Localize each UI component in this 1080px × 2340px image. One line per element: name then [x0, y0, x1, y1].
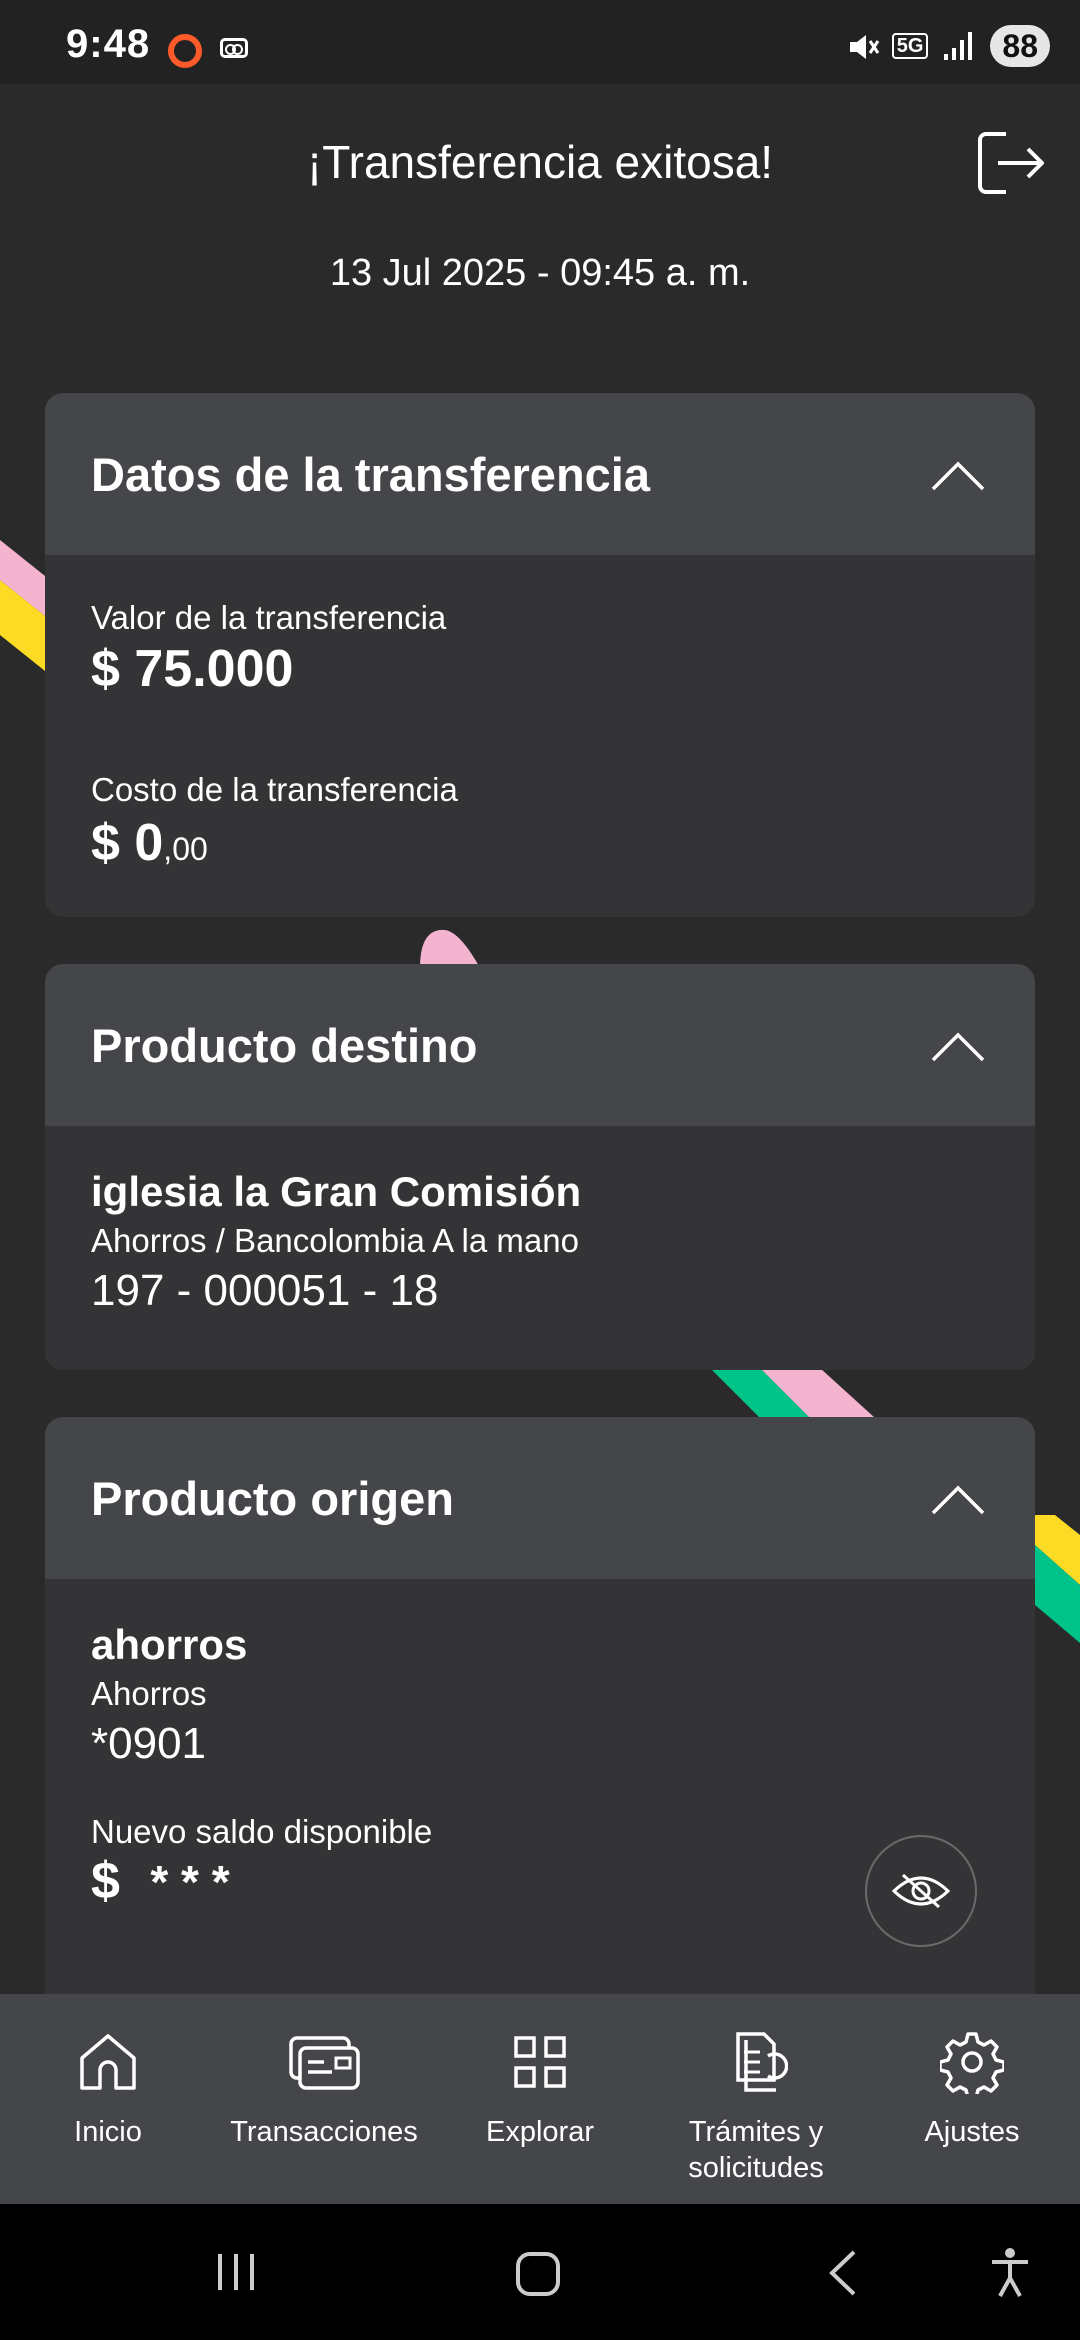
card-title: Datos de la transferencia — [91, 447, 650, 501]
nav-item-explorar[interactable]: Explorar — [432, 1994, 648, 2204]
transfer-value: $ 75.000 — [91, 640, 294, 698]
nav-label: Trámites y solicitudes — [688, 2116, 824, 2184]
nav-label: Inicio — [74, 2116, 142, 2148]
battery-indicator: 88 — [990, 25, 1050, 67]
card-title: Producto destino — [91, 1018, 478, 1072]
bottom-navigation: Inicio Transacciones Explorar Trámites y… — [0, 1994, 1080, 2204]
nav-label: Ajustes — [924, 2116, 1020, 2148]
transfer-details-header[interactable]: Datos de la transferencia — [45, 393, 1035, 555]
chevron-up-icon[interactable] — [931, 1020, 985, 1074]
nav-item-transacciones[interactable]: Transacciones — [216, 1994, 432, 2204]
transfer-date: 13 Jul 2025 - 09:45 a. m. — [329, 252, 751, 294]
signal-icon — [942, 30, 976, 62]
destination-product-header[interactable]: Producto destino — [45, 964, 1035, 1126]
destination-product-card: Producto destino iglesia la Gran Comisió… — [45, 964, 1035, 1370]
card-title: Producto origen — [91, 1471, 454, 1525]
mute-icon — [846, 30, 879, 62]
nav-label: Explorar — [486, 2116, 594, 2148]
balance-value: $ * * * — [91, 1851, 989, 1911]
home-icon — [80, 2034, 136, 2090]
grid-icon — [514, 2036, 566, 2088]
destination-account-type: Ahorros / Bancolombia A la mano — [91, 1222, 579, 1259]
transfer-cost: $ 0,00 — [91, 813, 989, 873]
status-time: 9:48 — [66, 22, 151, 66]
transfer-cost-main: $ 0 — [91, 814, 164, 872]
transfer-value-label: Valor de la transferencia — [91, 599, 447, 636]
network-5g-icon: 5G — [891, 33, 929, 59]
record-indicator-icon — [168, 34, 202, 68]
origin-account-type: Ahorros — [91, 1675, 207, 1712]
recent-apps-icon[interactable] — [214, 2250, 258, 2294]
eye-off-icon — [891, 1873, 951, 1909]
chevron-up-icon[interactable] — [931, 1473, 985, 1527]
nav-item-inicio[interactable]: Inicio — [0, 1994, 216, 2204]
back-icon[interactable] — [826, 2248, 860, 2298]
destination-name: iglesia la Gran Comisión — [91, 1168, 582, 1215]
origin-product-card: Producto origen ahorros Ahorros *0901 Nu… — [45, 1417, 1035, 1997]
logout-icon[interactable] — [976, 130, 1046, 196]
transactions-icon — [289, 2036, 360, 2090]
system-navigation-bar — [0, 2204, 1080, 2340]
balance-currency: $ — [91, 1852, 120, 1910]
page-title: ¡Transferencia exitosa! — [306, 136, 774, 188]
nav-item-tramites[interactable]: Trámites y solicitudes — [648, 1994, 864, 2204]
nav-label: Transacciones — [230, 2116, 418, 2148]
origin-name: ahorros — [91, 1621, 248, 1668]
destination-account-number: 197 - 000051 - 18 — [91, 1266, 439, 1315]
gear-icon — [940, 2032, 1004, 2094]
balance-hidden: * * * — [150, 1856, 230, 1908]
balance-label: Nuevo saldo disponible — [91, 1813, 433, 1850]
decorative-stripes-right — [1035, 1515, 1080, 1643]
transfer-cost-label: Costo de la transferencia — [91, 771, 458, 808]
nav-item-ajustes[interactable]: Ajustes — [864, 1994, 1080, 2204]
status-bar: 9:48 5G 88 — [0, 0, 1080, 84]
accessibility-icon[interactable] — [988, 2246, 1032, 2300]
chevron-up-icon[interactable] — [931, 449, 985, 503]
documents-icon — [736, 2032, 788, 2092]
decorative-stripes-middle — [710, 1368, 875, 1418]
toggle-balance-button[interactable] — [865, 1835, 977, 1947]
decorative-stripe-pink — [420, 929, 480, 968]
origin-account-number: *0901 — [91, 1719, 207, 1768]
origin-product-header[interactable]: Producto origen — [45, 1417, 1035, 1579]
transfer-cost-cents: ,00 — [163, 831, 208, 867]
home-button-icon[interactable] — [514, 2250, 562, 2298]
decorative-stripes-left — [0, 540, 50, 675]
voicemail-icon — [220, 38, 248, 58]
transfer-details-card: Datos de la transferencia Valor de la tr… — [45, 393, 1035, 917]
